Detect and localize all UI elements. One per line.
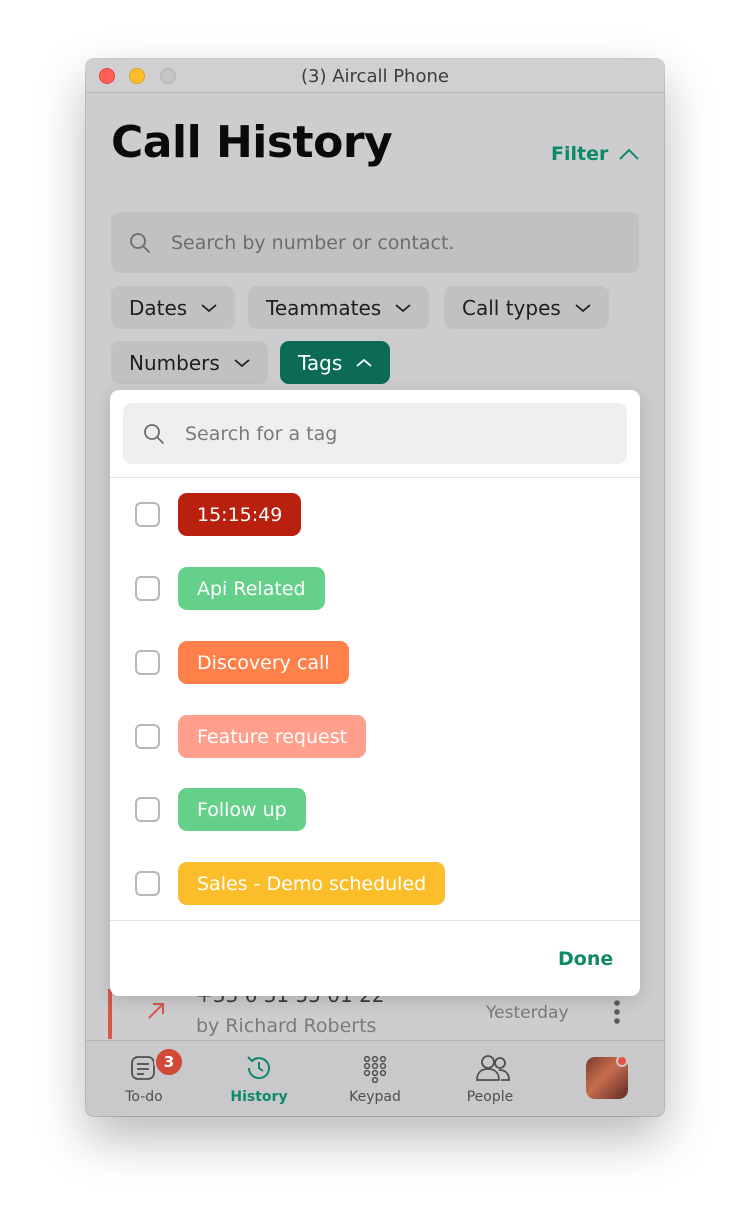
keypad-icon [363, 1055, 387, 1083]
tag-checkbox[interactable] [135, 724, 160, 749]
tag-pill: Follow up [178, 788, 306, 831]
chevron-up-icon [619, 148, 640, 160]
filter-chip-teammates[interactable]: Teammates [248, 286, 430, 329]
chip-label: Teammates [266, 295, 382, 320]
history-icon [247, 1056, 270, 1080]
filter-chip-dates[interactable]: Dates [111, 286, 236, 329]
tag-option[interactable]: Sales - Demo scheduled [110, 850, 640, 924]
more-options-icon[interactable] [613, 999, 621, 1025]
nav-item-keypad[interactable]: Keypad [325, 1041, 425, 1116]
tag-filter-dropdown: Search for a tag 15:15:49 Api Related Di… [110, 390, 640, 996]
chip-label: Dates [129, 295, 188, 320]
nav-label: To-do [125, 1089, 163, 1105]
window-title: (3) Aircall Phone [301, 66, 449, 87]
chevron-down-icon [395, 303, 411, 312]
tag-search-input[interactable]: Search for a tag [123, 403, 627, 464]
search-icon [144, 423, 164, 444]
tag-option[interactable]: 15:15:49 [110, 481, 640, 555]
nav-item-todo[interactable]: 3 To-do [94, 1041, 194, 1116]
tag-option[interactable]: Follow up [110, 776, 640, 850]
tag-checkbox[interactable] [135, 650, 160, 675]
call-time: Yesterday [486, 1003, 569, 1023]
status-dot [616, 1055, 628, 1067]
nav-label: Keypad [349, 1089, 401, 1105]
nav-item-history[interactable]: History [209, 1041, 309, 1116]
outgoing-arrow-icon [148, 1003, 164, 1019]
chevron-down-icon [201, 303, 217, 312]
filter-toggle-button[interactable]: Filter [551, 143, 640, 165]
todo-badge: 3 [154, 1047, 184, 1077]
chip-label: Numbers [129, 350, 220, 375]
nav-item-people[interactable]: People [440, 1041, 540, 1116]
chevron-up-icon [356, 358, 372, 367]
nav-label: People [466, 1089, 514, 1105]
tag-checkbox[interactable] [135, 797, 160, 822]
call-agent: by Richard Roberts [196, 1015, 377, 1037]
tag-option[interactable]: Api Related [110, 555, 640, 629]
divider [110, 920, 640, 921]
tag-search-placeholder: Search for a tag [185, 422, 338, 445]
tag-checkbox[interactable] [135, 502, 160, 527]
filter-chip-tags[interactable]: Tags [280, 341, 391, 384]
chip-label: Call types [462, 295, 561, 320]
filter-chip-call-types[interactable]: Call types [444, 286, 609, 329]
filter-chip-numbers[interactable]: Numbers [111, 341, 268, 384]
search-icon [130, 232, 150, 253]
tag-pill: Discovery call [178, 641, 349, 684]
missed-call-accent [108, 989, 112, 1039]
title-bar: (3) Aircall Phone [86, 59, 664, 93]
chevron-down-icon [234, 358, 250, 367]
app-window: (3) Aircall Phone Call History Filter Se… [86, 59, 664, 1116]
bottom-navigation: 3 To-do History Keypad People [86, 1040, 664, 1116]
chevron-down-icon [575, 303, 591, 312]
tag-checkbox[interactable] [135, 871, 160, 896]
divider [110, 477, 640, 478]
tag-pill: Feature request [178, 715, 367, 758]
nav-label: History [230, 1089, 288, 1105]
chip-label: Tags [298, 350, 343, 375]
search-input[interactable]: Search by number or contact. [111, 212, 639, 273]
page-title: Call History [111, 117, 393, 168]
call-history-row[interactable]: +33 6 31 55 01 22 by Richard Roberts Yes… [108, 983, 642, 1039]
tag-option[interactable]: Discovery call [110, 629, 640, 703]
tag-option[interactable]: Feature request [110, 703, 640, 777]
tag-pill: Sales - Demo scheduled [178, 862, 446, 905]
filter-label: Filter [551, 143, 609, 165]
people-icon [476, 1055, 510, 1081]
tag-pill: 15:15:49 [178, 493, 302, 536]
search-placeholder: Search by number or contact. [171, 231, 455, 254]
done-button[interactable]: Done [558, 948, 613, 970]
tag-pill: Api Related [178, 567, 325, 610]
tag-checkbox[interactable] [135, 576, 160, 601]
